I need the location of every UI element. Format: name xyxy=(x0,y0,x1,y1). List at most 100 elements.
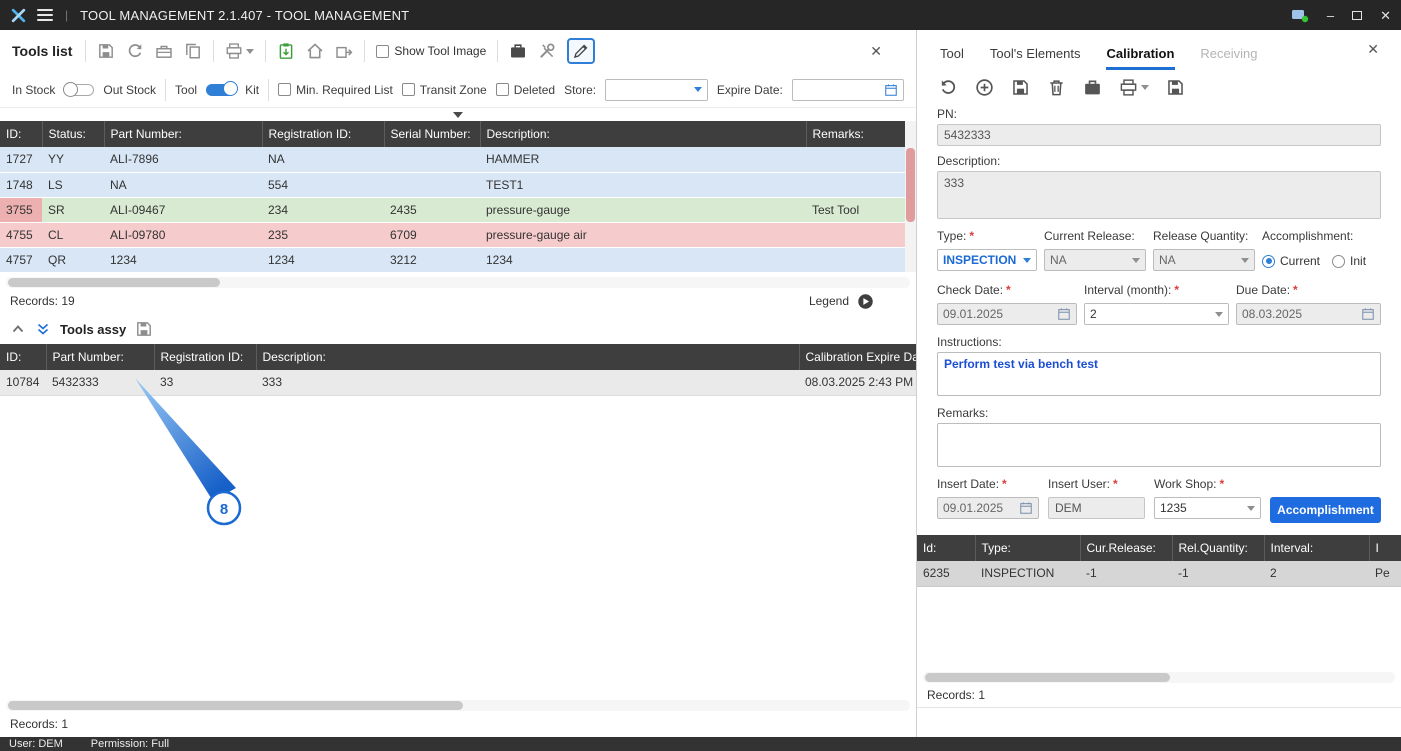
tool-kit-toggle[interactable] xyxy=(206,80,239,96)
close-panel-button[interactable]: ✕ xyxy=(1367,41,1379,70)
expire-date-input[interactable] xyxy=(791,78,904,101)
table-row[interactable]: 4755 CL ALI-09780 235 6709 pressure-gauge air xyxy=(0,222,905,248)
calendar-icon[interactable] xyxy=(884,83,898,97)
type-select[interactable]: INSPECTION xyxy=(937,249,1037,271)
min-required-checkbox[interactable] xyxy=(278,83,292,96)
column-header[interactable]: Part Number: xyxy=(46,344,155,370)
store-label: Store: xyxy=(564,82,597,97)
save-icon[interactable] xyxy=(135,320,153,338)
legend-icon[interactable] xyxy=(857,293,874,310)
minimize-button[interactable]: – xyxy=(1327,9,1334,22)
column-header[interactable]: Remarks: xyxy=(806,121,905,147)
scrollbar-thumb[interactable] xyxy=(925,673,1170,682)
tab-tool[interactable]: Tool xyxy=(939,36,965,70)
vertical-scrollbar[interactable] xyxy=(905,121,916,272)
table-row[interactable]: 3755 SR ALI-09467 234 2435 pressure-gauge Test… xyxy=(0,197,905,223)
instructions-field[interactable]: Perform test via bench test xyxy=(937,352,1381,396)
current-radio[interactable] xyxy=(1262,254,1275,268)
tools-icon[interactable] xyxy=(538,42,556,60)
column-header[interactable]: Rel.Quantity: xyxy=(1172,535,1265,561)
insert-user-field[interactable]: DEM xyxy=(1048,497,1145,519)
column-header[interactable]: Registration ID: xyxy=(154,344,257,370)
due-date-input[interactable]: 08.03.2025 xyxy=(1236,303,1381,325)
remarks-field[interactable] xyxy=(937,423,1381,467)
double-chevron-down-icon[interactable] xyxy=(35,321,51,337)
close-tools-list-button[interactable]: ✕ xyxy=(870,43,882,60)
pn-field[interactable]: 5432333 xyxy=(937,124,1381,146)
current-release-select[interactable]: NA xyxy=(1044,249,1146,271)
column-header[interactable]: Part Number: xyxy=(104,121,263,147)
table-row[interactable]: 4757 QR 1234 1234 3212 1234 xyxy=(0,247,905,273)
column-header[interactable]: Serial Number: xyxy=(384,121,481,147)
calendar-icon[interactable] xyxy=(1057,307,1071,321)
horizontal-scrollbar[interactable] xyxy=(6,700,910,711)
accomplishment-button[interactable]: Accomplishment xyxy=(1270,497,1381,523)
work-shop-select[interactable]: 1235 xyxy=(1154,497,1261,519)
scrollbar-thumb[interactable] xyxy=(8,278,220,287)
paste-icon[interactable] xyxy=(277,42,295,60)
copy-icon[interactable] xyxy=(184,42,202,60)
print-icon[interactable] xyxy=(225,42,255,60)
column-header[interactable]: ID: xyxy=(0,344,47,370)
table-row[interactable]: 1748 LS NA 554 TEST1 xyxy=(0,172,905,198)
restore-button[interactable] xyxy=(1352,9,1363,22)
table-cell: 4755 xyxy=(0,222,42,248)
calendar-icon[interactable] xyxy=(1019,501,1033,515)
chevron-up-icon[interactable] xyxy=(10,321,26,337)
save-icon[interactable] xyxy=(1011,78,1030,97)
show-tool-image-checkbox[interactable] xyxy=(376,44,390,58)
undo-icon[interactable] xyxy=(939,78,958,97)
required-asterisk: * xyxy=(969,229,975,243)
transit-zone-checkbox[interactable] xyxy=(401,83,415,96)
column-header[interactable]: Description: xyxy=(480,121,807,147)
tab-receiving[interactable]: Receiving xyxy=(1199,36,1258,70)
delete-icon[interactable] xyxy=(1047,78,1066,97)
briefcase-icon[interactable] xyxy=(509,42,527,60)
close-window-button[interactable]: ✕ xyxy=(1380,9,1391,22)
scrollbar-thumb[interactable] xyxy=(8,701,463,710)
column-header[interactable]: Cur.Release: xyxy=(1080,535,1173,561)
connection-status-icon[interactable] xyxy=(1291,8,1309,23)
store-select[interactable] xyxy=(605,78,708,101)
tab-tools-elements[interactable]: Tool's Elements xyxy=(989,36,1082,70)
check-date-input[interactable]: 09.01.2025 xyxy=(937,303,1077,325)
save-icon[interactable] xyxy=(97,42,115,60)
print-dropdown-caret-icon[interactable] xyxy=(246,48,255,54)
calendar-icon[interactable] xyxy=(1361,307,1375,321)
transfer-icon[interactable] xyxy=(335,42,353,60)
tab-calibration[interactable]: Calibration xyxy=(1105,36,1176,70)
column-header[interactable]: I xyxy=(1369,535,1401,561)
column-header[interactable]: Status: xyxy=(42,121,105,147)
column-header[interactable]: Description: xyxy=(256,344,800,370)
interval-select[interactable]: 2 xyxy=(1084,303,1229,325)
table-row[interactable]: 6235 INSPECTION -1 -1 2 Pe xyxy=(917,561,1401,587)
edit-icon[interactable] xyxy=(567,38,596,64)
horizontal-scrollbar[interactable] xyxy=(923,672,1395,683)
table-row[interactable]: 10784 5432333 33 333 08.03.2025 2:43 PM xyxy=(0,370,916,396)
release-quantity-select[interactable]: NA xyxy=(1153,249,1255,271)
add-icon[interactable] xyxy=(975,78,994,97)
column-header[interactable]: Type: xyxy=(975,535,1081,561)
table-row[interactable]: 1727 YY ALI-7896 NA HAMMER xyxy=(0,147,905,173)
print-dropdown-caret-icon[interactable] xyxy=(1141,84,1149,90)
insert-date-input[interactable]: 09.01.2025 xyxy=(937,497,1039,519)
briefcase-icon[interactable] xyxy=(1083,78,1102,97)
stock-toggle[interactable] xyxy=(63,81,95,97)
column-header[interactable]: Calibration Expire Da xyxy=(799,344,916,370)
description-field[interactable]: 333 xyxy=(937,171,1381,219)
collapse-handle[interactable] xyxy=(0,108,916,121)
menu-icon[interactable] xyxy=(37,9,53,21)
column-header[interactable]: Registration ID: xyxy=(262,121,385,147)
export-icon[interactable] xyxy=(1166,78,1185,97)
refresh-icon[interactable] xyxy=(126,42,144,60)
print-icon[interactable] xyxy=(1119,78,1149,97)
deleted-checkbox[interactable] xyxy=(495,83,509,96)
column-header[interactable]: Id: xyxy=(917,535,976,561)
horizontal-scrollbar[interactable] xyxy=(6,277,910,288)
home-icon[interactable] xyxy=(306,42,324,60)
init-radio[interactable] xyxy=(1332,254,1346,268)
scrollbar-thumb[interactable] xyxy=(906,148,915,222)
column-header[interactable]: ID: xyxy=(0,121,43,147)
column-header[interactable]: Interval: xyxy=(1264,535,1370,561)
toolbox-icon[interactable] xyxy=(155,42,173,60)
